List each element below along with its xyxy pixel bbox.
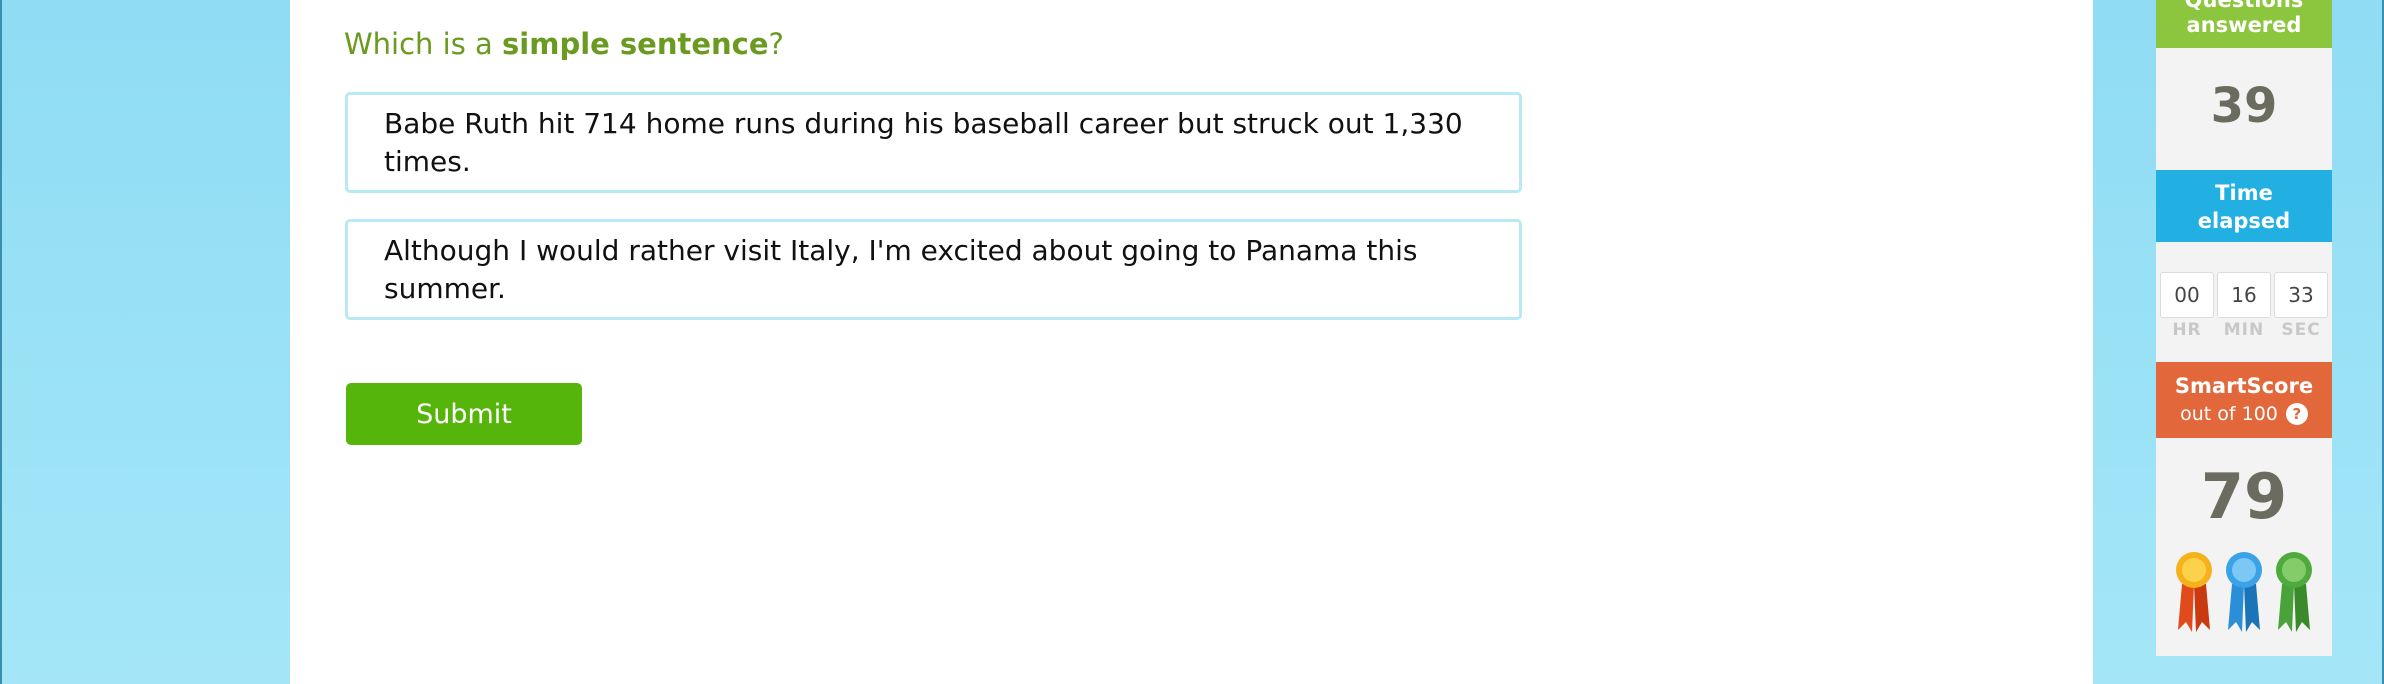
question-emphasis: simple sentence <box>502 27 769 61</box>
question-prefix: Which is a <box>344 27 503 61</box>
questions-answered-header: Questions answered <box>2156 0 2332 48</box>
page-border-left <box>0 0 2 684</box>
questions-answered-count: 39 <box>2210 78 2278 134</box>
smartscore-value: 79 <box>2200 460 2288 533</box>
time-elapsed-label-2: elapsed <box>2197 209 2291 233</box>
practice-panel: Which is a simple sentence? Babe Ruth hi… <box>290 0 2332 684</box>
smartscore-header: SmartScore out of 100? <box>2156 362 2332 438</box>
timer-hours-label: HR <box>2172 320 2202 340</box>
answer-choice-1[interactable]: Babe Ruth hit 714 home runs during his b… <box>345 92 1522 193</box>
question-prompt: Which is a simple sentence? <box>344 24 784 64</box>
timer-seconds: 33 <box>2274 272 2328 318</box>
questions-answered-label-2: answered <box>2186 13 2302 37</box>
timer-seconds-label: SEC <box>2281 320 2321 340</box>
submit-button[interactable]: Submit <box>346 383 582 445</box>
blue-ribbon-icon <box>2226 552 2262 632</box>
timer-minutes: 16 <box>2217 272 2271 318</box>
award-ribbons <box>2156 550 2332 638</box>
smartscore-sublabel: out of 100 <box>2180 403 2278 425</box>
timer-minutes-label: MIN <box>2223 320 2265 340</box>
answer-choice-text: Although I would rather visit Italy, I'm… <box>384 234 1418 305</box>
answer-choice-2[interactable]: Although I would rather visit Italy, I'm… <box>345 219 1522 320</box>
gold-ribbon-icon <box>2176 552 2212 632</box>
question-suffix: ? <box>768 27 784 61</box>
smartscore-sublabel-row: out of 100? <box>2156 400 2332 428</box>
time-elapsed-label-1: Time <box>2215 181 2273 205</box>
answer-choice-text: Babe Ruth hit 714 home runs during his b… <box>384 107 1463 178</box>
smartscore-label: SmartScore <box>2174 374 2314 398</box>
help-icon[interactable]: ? <box>2285 403 2308 425</box>
progress-sidebar: Questions answered 39 Time elapsed 00 16… <box>2156 0 2332 656</box>
timer-hours: 00 <box>2160 272 2214 318</box>
time-elapsed-header: Time elapsed <box>2156 170 2332 242</box>
green-ribbon-icon <box>2276 552 2312 632</box>
